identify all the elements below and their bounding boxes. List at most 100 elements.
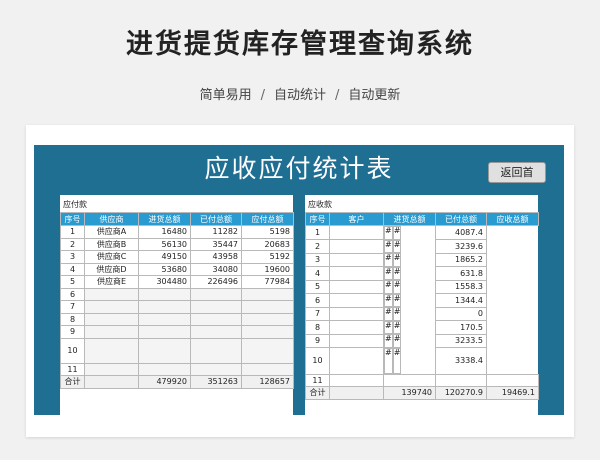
table-row: 5 供应商E 304480 226496 77984	[60, 275, 294, 289]
table-cell: 6	[305, 293, 330, 308]
table-cell: #	[384, 266, 393, 280]
table-cell	[84, 287, 139, 301]
table-row: 1 # #4087.4	[305, 225, 539, 240]
table-cell: 77984	[241, 275, 294, 289]
table-row: 11	[305, 373, 539, 387]
receivable-header-cell: 客户	[329, 212, 384, 226]
table-row: 2 # #3239.6	[305, 239, 539, 254]
table-cell	[84, 300, 139, 314]
table-cell: 3	[305, 252, 330, 267]
total-row: 合计 479920 351263 128657	[60, 375, 294, 389]
table-cell	[329, 225, 384, 240]
table-cell: 6	[60, 287, 85, 301]
table-cell: #	[384, 307, 393, 321]
table-cell: #	[392, 307, 402, 321]
total-cell: 合计	[60, 375, 85, 389]
table-cell: 226496	[190, 275, 242, 289]
table-cell: #	[392, 226, 402, 240]
total-cell	[84, 375, 139, 389]
subtitle-item: 自动统计	[273, 88, 326, 103]
table-cell: 5198	[241, 225, 294, 239]
table-cell	[329, 306, 384, 321]
total-row: 合计 139740 120270.9 19469.1	[305, 386, 539, 400]
table-cell: 4087.4	[435, 225, 487, 240]
table-cell	[241, 287, 294, 301]
table-cell	[138, 287, 191, 301]
report-frame: 应收应付统计表 返回首 应付款 序号 供应商 进货总额 已付总额 应付总额 1 供应商A 1…	[34, 145, 564, 417]
table-cell: 56130	[138, 237, 191, 251]
table-cell: #	[392, 320, 402, 334]
total-cell: 128657	[241, 375, 294, 389]
report-title: 应收应付统计表	[204, 154, 394, 183]
table-cell: 1344.4	[435, 293, 487, 308]
table-cell	[190, 312, 242, 326]
table-row: 4 供应商D 53680 34080 19600	[60, 262, 294, 276]
table-cell: 35447	[190, 237, 242, 251]
table-cell: 43958	[190, 250, 242, 264]
table-cell: 供应商E	[84, 275, 139, 289]
table-cell: 2	[60, 237, 85, 251]
subtitle-separator: /	[260, 88, 265, 103]
table-cell: 1865.2	[435, 252, 487, 267]
table-cell	[84, 362, 139, 376]
total-cell: 139740	[383, 386, 436, 400]
table-cell	[329, 333, 384, 348]
table-cell: 8	[60, 312, 85, 326]
total-cell: 120270.9	[435, 386, 487, 400]
table-cell	[329, 266, 384, 281]
payable-table: 序号 供应商 进货总额 已付总额 应付总额 1 供应商A 16480 11282 5198 2 供应…	[60, 212, 294, 389]
table-row: 6	[60, 287, 294, 301]
table-cell	[190, 325, 242, 339]
table-cell: 304480	[138, 275, 191, 289]
table-cell: 11	[305, 373, 330, 387]
table-cell	[329, 293, 384, 308]
table-cell	[190, 337, 242, 364]
table-cell: #	[392, 347, 402, 374]
payable-header-cell: 已付总额	[190, 212, 242, 226]
table-row: 8 # #170.5	[305, 320, 539, 335]
table-cell	[383, 373, 436, 387]
table-cell: #	[384, 334, 393, 348]
table-cell	[190, 300, 242, 314]
table-cell	[241, 337, 294, 364]
table-cell: 11	[60, 362, 85, 376]
table-cell: 4	[305, 266, 330, 281]
back-button[interactable]: 返回首	[488, 162, 546, 183]
table-cell: 供应商C	[84, 250, 139, 264]
table-cell: 1	[60, 225, 85, 239]
table-cell: #	[392, 334, 402, 348]
page-title: 进货提货库存管理查询系统	[126, 29, 474, 60]
table-cell	[138, 337, 191, 364]
table-row: 3 # #1865.2	[305, 252, 539, 267]
subtitle-item: 简单易用	[199, 88, 252, 103]
table-cell: 7	[60, 300, 85, 314]
payable-header-cell: 供应商	[84, 212, 139, 226]
table-cell: #	[384, 253, 393, 267]
total-cell: 合计	[305, 386, 330, 400]
payable-panel: 应付款 序号 供应商 进货总额 已付总额 应付总额 1 供应商A 16480 11282 519…	[60, 195, 294, 417]
table-cell	[435, 373, 487, 387]
receivable-panel: 应收款 序号 客户 进货总额 已付总额 应收总额 1 # #4087.4 2 # #3239.6 3…	[305, 195, 539, 417]
payable-header-cell: 应付总额	[241, 212, 294, 226]
table-cell: 3338.4	[435, 347, 487, 375]
subtitle: 简单易用 / 自动统计 / 自动更新	[0, 84, 600, 103]
table-cell: 3233.5	[435, 333, 487, 348]
table-cell	[241, 300, 294, 314]
table-cell	[84, 337, 139, 364]
receivable-header-cell: 应收总额	[486, 212, 539, 226]
table-row: 4 # #631.8	[305, 266, 539, 281]
table-row: 5 # #1558.3	[305, 279, 539, 294]
table-row: 6 # #1344.4	[305, 293, 539, 308]
table-row: 10	[60, 337, 294, 364]
receivable-header-cell: 序号	[305, 212, 330, 226]
payable-header-cell: 进货总额	[138, 212, 191, 226]
table-cell	[329, 320, 384, 335]
table-cell: 19600	[241, 262, 294, 276]
subtitle-item: 自动更新	[348, 88, 401, 103]
table-cell: #	[384, 293, 393, 307]
table-cell: 3	[60, 250, 85, 264]
table-row: 11	[60, 362, 294, 376]
table-cell: 631.8	[435, 266, 487, 281]
table-cell: 3239.6	[435, 239, 487, 254]
table-row: 7	[60, 300, 294, 314]
